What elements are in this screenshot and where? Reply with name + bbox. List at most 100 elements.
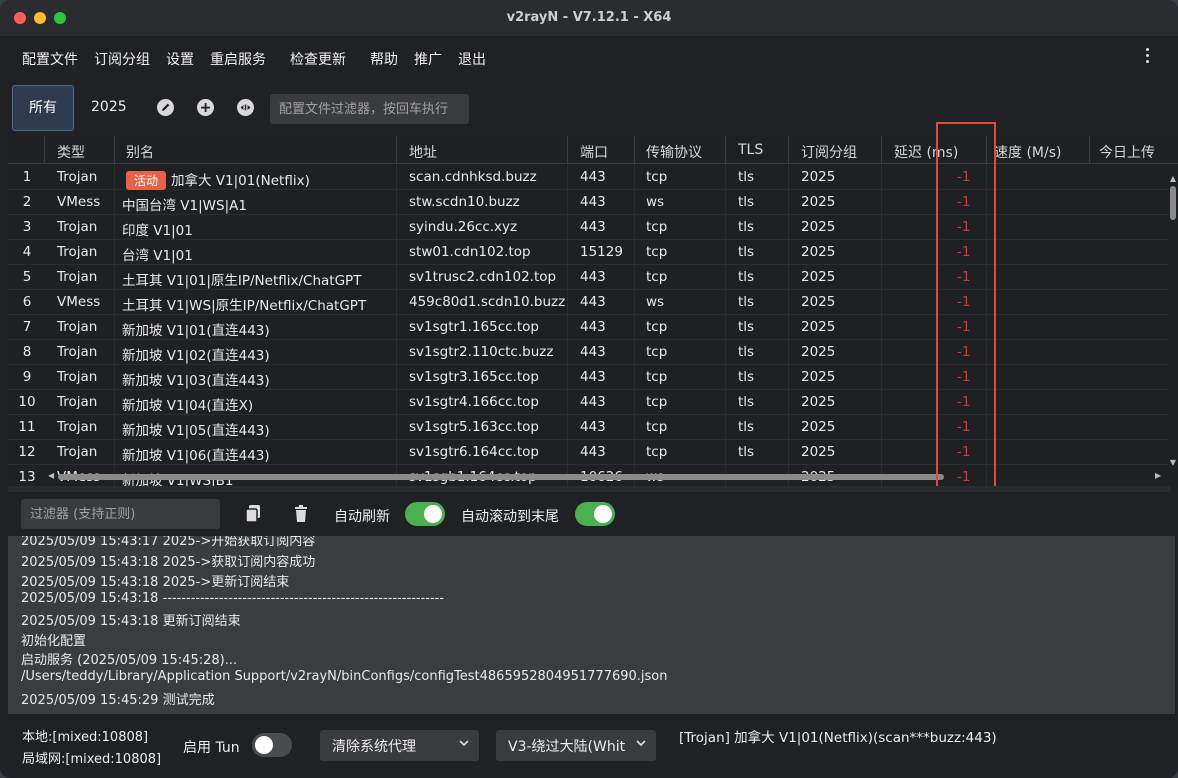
row-subscription: 2025 (801, 194, 836, 210)
row-address: 459c80d1.scdn10.buzz (409, 294, 566, 310)
row-number: 4 (22, 244, 32, 260)
row-type: Trojan (57, 369, 98, 385)
menu-help[interactable]: 帮助 (370, 49, 398, 69)
app-window: v2rayN - V7.12.1 - X64 配置文件 订阅分组 设置 重启服务… (0, 0, 1178, 778)
menu-profiles[interactable]: 配置文件 (22, 49, 78, 69)
auto-scroll-label: 自动滚动到末尾 (461, 509, 559, 525)
header-separator (634, 136, 635, 164)
trash-icon[interactable] (292, 504, 310, 524)
row-number: 8 (22, 344, 32, 360)
row-type: VMess (57, 194, 101, 210)
row-type: Trojan (57, 269, 98, 285)
menu-check-update[interactable]: 检查更新 (290, 49, 346, 69)
row-network: tcp (646, 419, 668, 435)
header-type[interactable]: 类型 (57, 142, 85, 162)
log-line: 2025/05/09 15:43:18 2025->更新订阅结束 (21, 575, 290, 590)
row-port: 443 (580, 344, 606, 360)
row-port: 443 (580, 219, 606, 235)
header-separator (396, 136, 397, 164)
move-group-icon[interactable] (237, 99, 254, 116)
menu-promotion[interactable]: 推广 (414, 49, 442, 69)
row-type: Trojan (57, 319, 98, 335)
header-subscription[interactable]: 订阅分组 (801, 142, 857, 162)
menu-settings[interactable]: 设置 (166, 49, 194, 69)
system-proxy-select[interactable]: 清除系统代理 (320, 730, 479, 761)
row-subscription: 2025 (801, 169, 836, 185)
log-line: /Users/teddy/Library/Application Support… (21, 669, 668, 684)
row-alias: 土耳其 V1|WS|原生IP/Netflix/ChatGPT (122, 298, 367, 314)
row-address: scan.cdnhksd.buzz (409, 169, 537, 185)
log-output[interactable]: 2025/05/09 15:43:17 2025->开始获取订阅内容 2025/… (8, 536, 1175, 714)
row-network: tcp (646, 369, 668, 385)
row-tls: tls (738, 219, 755, 235)
add-group-icon[interactable] (197, 99, 214, 116)
copy-icon[interactable] (244, 504, 262, 524)
row-address: sv1trusc2.cdn102.top (409, 269, 557, 285)
log-toolbar: 自动刷新 自动滚动到末尾 (0, 492, 1178, 536)
current-server-status: [Trojan] 加拿大 V1|01(Netflix)(scan***buzz:… (679, 730, 997, 746)
row-type: Trojan (57, 219, 98, 235)
menu-subscription-group[interactable]: 订阅分组 (94, 49, 150, 69)
row-address: sv1sgtr6.164cc.top (409, 444, 539, 460)
header-tls[interactable]: TLS (738, 142, 763, 158)
tab-all-groups[interactable]: 所有 (12, 85, 74, 131)
row-number: 12 (18, 444, 36, 460)
menu-bar: 配置文件 订阅分组 设置 重启服务 检查更新 帮助 推广 退出 (0, 36, 1178, 80)
log-filter-input[interactable] (21, 499, 220, 529)
menu-restart-service[interactable]: 重启服务 (210, 49, 266, 69)
header-address[interactable]: 地址 (409, 142, 437, 162)
header-alias[interactable]: 别名 (126, 142, 154, 162)
row-subscription: 2025 (801, 244, 836, 260)
row-number: 10 (18, 394, 36, 410)
row-address: stw01.cdn102.top (409, 244, 531, 260)
log-line: 2025/05/09 15:45:29 测试完成 (21, 693, 215, 708)
header-port[interactable]: 端口 (580, 142, 608, 162)
lan-port-status: 局域网:[mixed:10808] (22, 752, 162, 767)
routing-select[interactable]: V3-绕过大陆(Whit (496, 730, 656, 761)
routing-value: V3-绕过大陆(Whit (508, 739, 626, 755)
scroll-left-icon[interactable]: ◀ (48, 471, 54, 480)
row-alias: 新加坡 V1|04(直连X) (122, 398, 254, 414)
row-subscription: 2025 (801, 294, 836, 310)
more-vertical-icon[interactable] (1144, 48, 1150, 66)
row-subscription: 2025 (801, 394, 836, 410)
window-title: v2rayN - V7.12.1 - X64 (506, 10, 672, 25)
tab-group-2025[interactable]: 2025 (91, 99, 127, 115)
row-type: VMess (57, 294, 101, 310)
header-separator (44, 136, 45, 164)
row-type: Trojan (57, 169, 98, 185)
row-alias: 新加坡 V1|06(直连443) (122, 448, 270, 464)
row-network: tcp (646, 344, 668, 360)
auto-refresh-toggle[interactable] (405, 502, 445, 526)
row-port: 443 (580, 369, 606, 385)
auto-scroll-toggle[interactable] (575, 502, 615, 526)
horizontal-scroll-thumb[interactable] (58, 474, 944, 480)
chevron-down-icon (459, 740, 469, 747)
header-separator (788, 136, 789, 164)
scroll-down-icon[interactable]: ▼ (1170, 458, 1176, 467)
tun-toggle[interactable] (252, 733, 292, 757)
row-number: 11 (18, 419, 36, 435)
profile-filter-input[interactable] (270, 94, 469, 124)
row-type: Trojan (57, 444, 98, 460)
header-speed[interactable]: 速度 (M/s) (994, 142, 1061, 162)
edit-group-icon[interactable] (157, 99, 174, 116)
row-port: 443 (580, 394, 606, 410)
row-number: 5 (22, 269, 32, 285)
row-subscription: 2025 (801, 419, 836, 435)
header-separator (1089, 136, 1090, 164)
row-number: 6 (22, 294, 32, 310)
row-address: sv1sgtr5.163cc.top (409, 419, 539, 435)
row-subscription: 2025 (801, 219, 836, 235)
header-network[interactable]: 传输协议 (646, 142, 702, 162)
row-alias: 印度 V1|01 (122, 223, 193, 239)
vertical-scroll-thumb[interactable] (1170, 186, 1176, 220)
row-tls: tls (738, 169, 755, 185)
header-today-upload[interactable]: 今日上传 (1099, 142, 1155, 162)
profile-toolbar: 所有 2025 (0, 80, 1178, 136)
scroll-right-icon[interactable]: ▶ (1155, 471, 1161, 480)
row-tls: tls (738, 244, 755, 260)
scroll-up-icon[interactable]: ▲ (1170, 174, 1176, 183)
table-header: 类型 别名 地址 端口 传输协议 TLS 订阅分组 延迟 (ms) 速度 (M/… (8, 136, 1178, 164)
menu-exit[interactable]: 退出 (458, 49, 486, 69)
